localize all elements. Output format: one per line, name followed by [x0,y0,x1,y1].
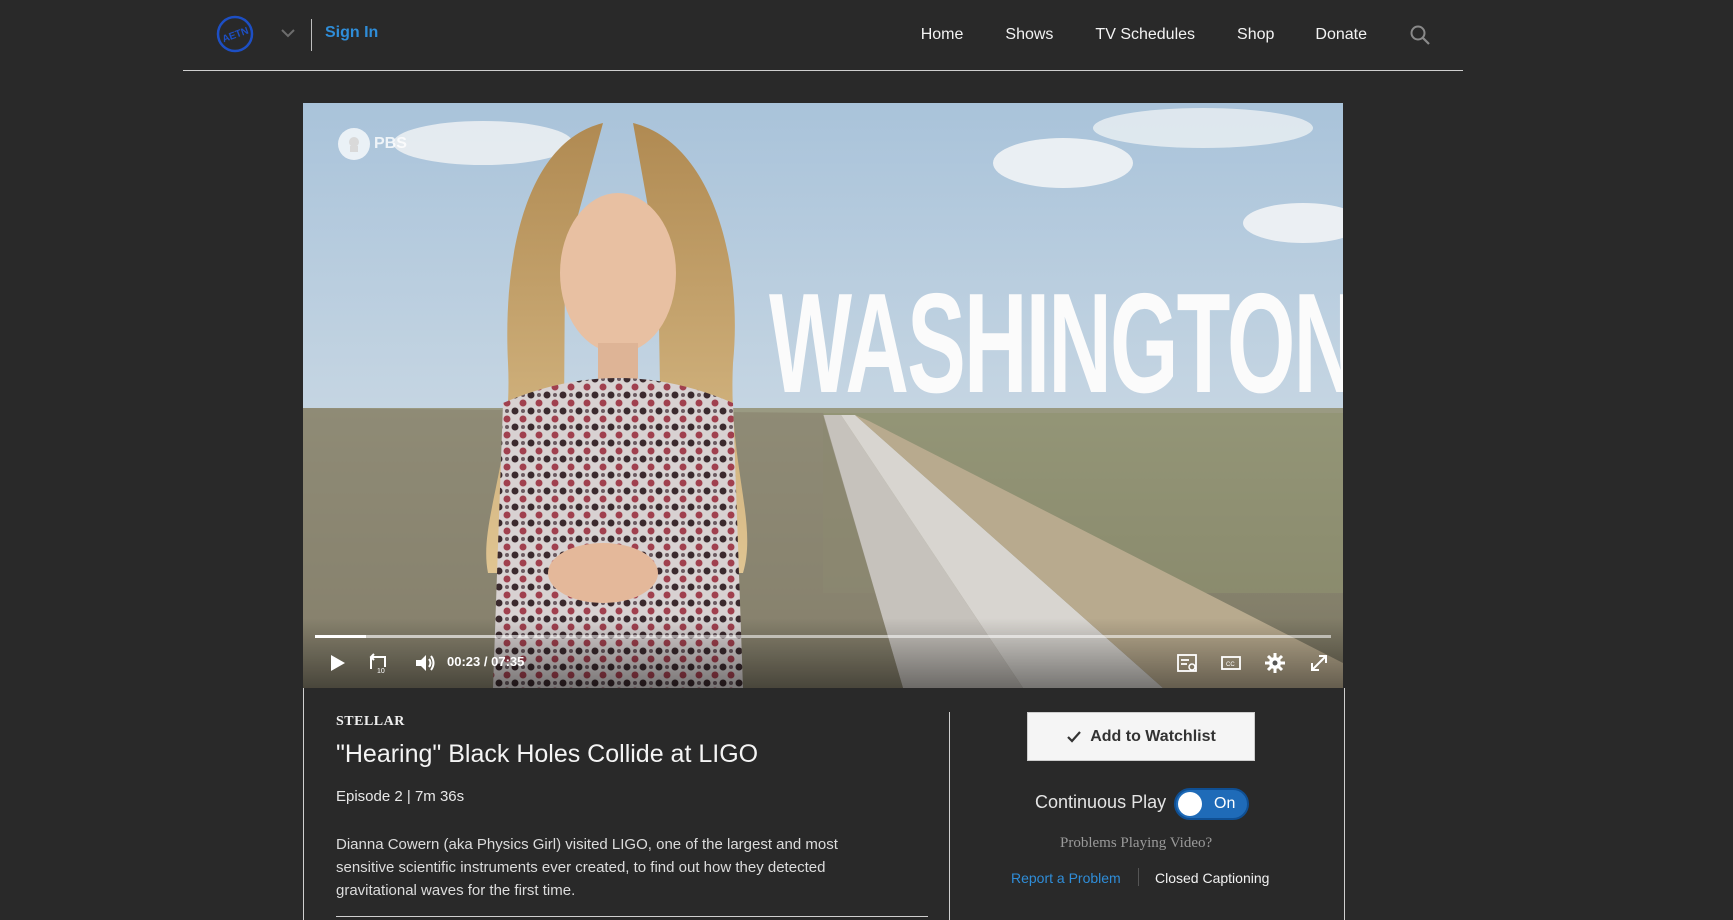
station-logo-icon[interactable]: AETN [216,15,254,53]
svg-text:10: 10 [377,668,385,675]
closed-captions-icon[interactable]: CC [1219,651,1243,675]
time-display: 00:23 / 07:35 [447,654,524,669]
station-logo-text: AETN [221,26,250,46]
closed-captioning-link[interactable]: Closed Captioning [1155,870,1269,886]
fullscreen-icon[interactable] [1307,651,1331,675]
episode-description: Dianna Cowern (aka Physics Girl) visited… [336,836,838,899]
site-header: AETN Sign In Home Shows TV Schedules Sho… [183,0,1463,71]
progress-played [315,635,366,638]
time-separator: / [483,654,488,669]
header-divider [311,19,312,51]
continuous-play-toggle[interactable]: On [1174,788,1249,820]
toggle-knob [1178,792,1202,816]
duration: 07:35 [491,654,525,669]
video-overlay-text: WASHINGTON [769,264,1343,423]
settings-icon[interactable] [1263,651,1287,675]
rewind-10-icon[interactable]: 10 [366,651,390,675]
watchlist-label: Add to Watchlist [1090,727,1216,745]
main-nav: Home Shows TV Schedules Shop Donate [921,0,1463,70]
toggle-state: On [1214,795,1236,812]
episode-title: "Hearing" Black Holes Collide at LIGO [336,740,759,768]
pbs-watermark: PBS [338,128,407,160]
nav-donate[interactable]: Donate [1315,26,1367,44]
link-divider [1138,868,1139,886]
progress-bar[interactable] [315,635,1331,638]
sign-in-link[interactable]: Sign In [325,24,378,42]
nav-tv-schedules[interactable]: TV Schedules [1095,26,1195,44]
continuous-play-label: Continuous Play [1035,792,1167,812]
check-icon [1067,730,1082,743]
pbs-logo-icon [338,128,370,160]
pbs-watermark-text: PBS [374,135,407,152]
problems-heading: Problems Playing Video? [1060,835,1213,851]
video-player[interactable]: PBS WASHINGTON 10 00:23 / 07:35 CC [303,103,1343,688]
report-problem-link[interactable]: Report a Problem [1011,870,1121,886]
episode-meta: Episode 2 | 7m 36s [336,788,465,805]
current-time: 00:23 [447,654,481,669]
chapters-icon[interactable] [1175,651,1199,675]
search-icon[interactable] [1409,24,1431,46]
chevron-down-icon[interactable] [281,27,295,39]
show-name-link[interactable]: STELLAR [336,714,405,730]
volume-icon[interactable] [413,651,437,675]
nav-shop[interactable]: Shop [1237,26,1274,44]
add-to-watchlist-button[interactable]: Add to Watchlist [1027,712,1255,761]
nav-home[interactable]: Home [921,26,964,44]
column-divider [949,712,950,920]
description-divider [336,916,928,917]
play-icon[interactable] [325,651,349,675]
episode-info-panel: STELLAR "Hearing" Black Holes Collide at… [303,688,1345,920]
nav-shows[interactable]: Shows [1005,26,1053,44]
svg-text:CC: CC [1226,662,1235,668]
